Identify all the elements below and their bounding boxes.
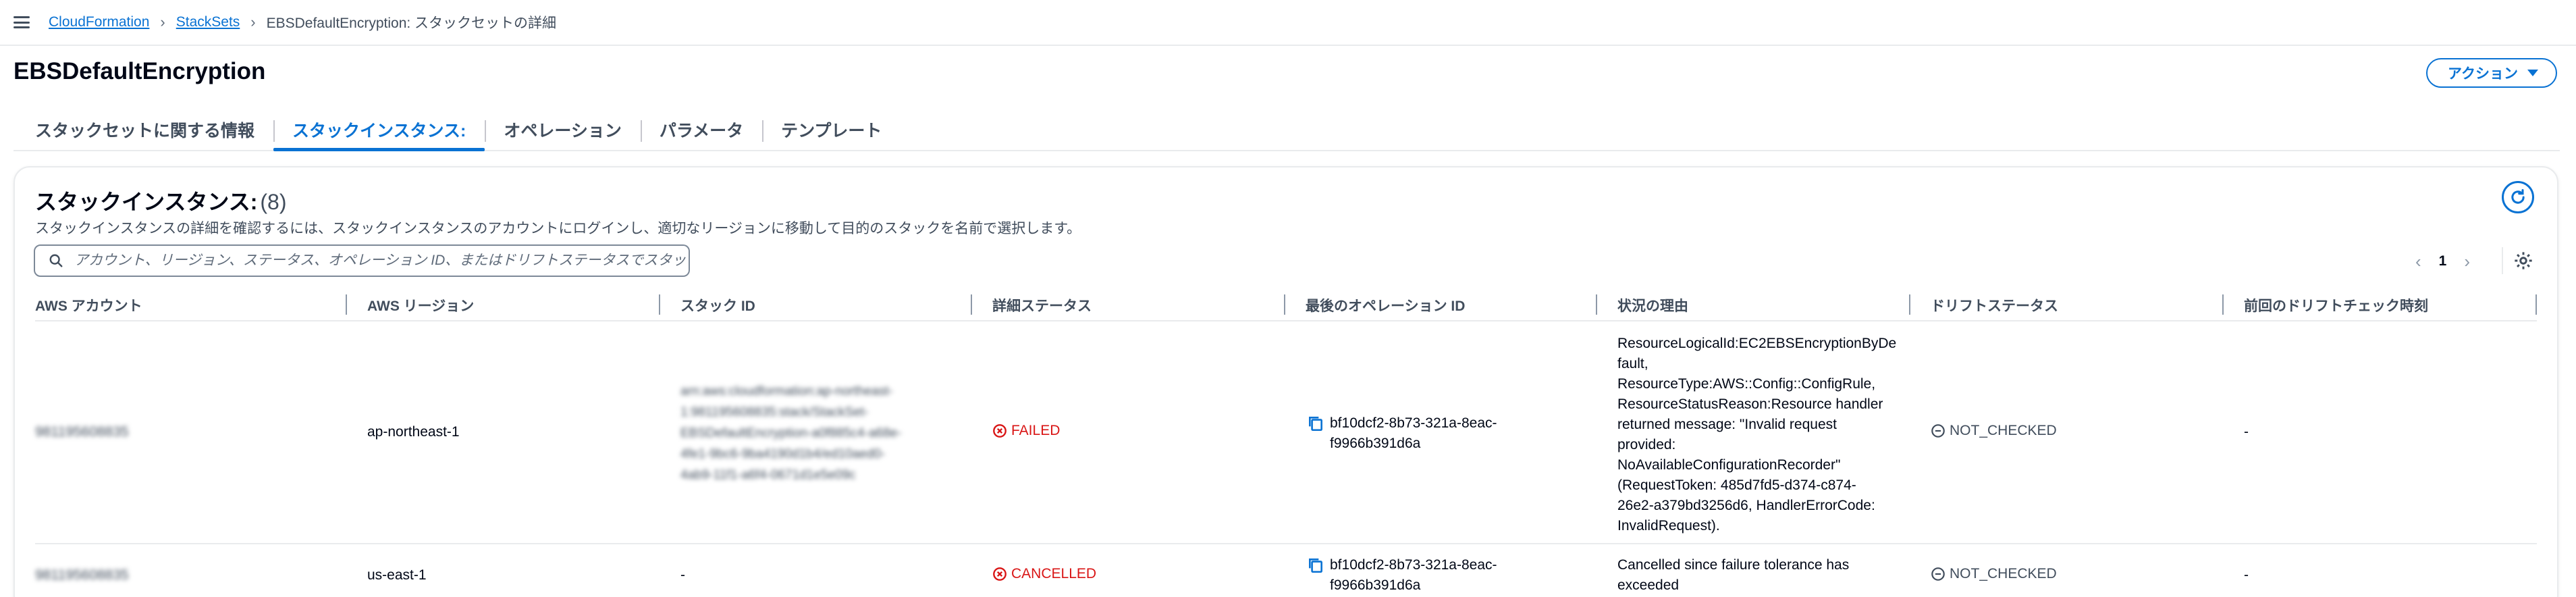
- column-resizer[interactable]: [971, 294, 972, 315]
- panel-title: スタックインスタンス: (8): [35, 185, 287, 216]
- breadcrumb-cloudformation[interactable]: CloudFormation: [49, 14, 149, 30]
- column-resizer[interactable]: [346, 294, 347, 315]
- drift-status: NOT_CHECKED: [1931, 423, 2057, 439]
- pagination: ‹ 1 ›: [2415, 250, 2470, 273]
- stack-id-line: arn:aws:cloudformation:ap-northeast-: [680, 384, 893, 398]
- last-drift-check: -: [2244, 567, 2249, 583]
- drift-status-text: NOT_CHECKED: [1950, 423, 2057, 438]
- breadcrumb-bar: CloudFormation › StackSets › EBSDefaultE…: [0, 0, 2576, 46]
- operation-id[interactable]: bf10dcf2-8b73-321a-8eac- f9966b391d6a: [1307, 555, 1497, 596]
- drift-status-text: NOT_CHECKED: [1950, 566, 2057, 581]
- region: us-east-1: [367, 567, 427, 583]
- column-header-region[interactable]: AWS リージョン: [367, 290, 474, 320]
- chevron-right-icon[interactable]: ›: [2464, 251, 2470, 272]
- breadcrumb-stacksets[interactable]: StackSets: [176, 14, 240, 30]
- tab-bar: スタックセットに関する情報 スタックインスタンス: オペレーション パラメータ …: [14, 109, 2560, 151]
- reason-line: (RequestToken: 485d7fd5-d374-c874-: [1617, 477, 1856, 493]
- operation-id-text: f9966b391d6a: [1330, 577, 1421, 593]
- reason-line: returned message: "Invalid request: [1617, 417, 1837, 432]
- settings-icon[interactable]: [2513, 250, 2534, 271]
- column-resizer[interactable]: [659, 294, 660, 315]
- stack-id: -: [680, 567, 685, 583]
- menu-icon[interactable]: [14, 16, 30, 28]
- column-header-last-drift-check[interactable]: 前回のドリフトチェック時刻: [2244, 290, 2428, 320]
- reason-line: ResourceLogicalId:EC2EBSEncryptionByDe: [1617, 336, 1897, 351]
- status-badge: CANCELLED: [992, 566, 1096, 582]
- column-header-account[interactable]: AWS アカウント: [35, 290, 142, 320]
- stack-id-line: 4ab9-11f1-a6f4-0671d1e5e09c: [680, 468, 856, 482]
- column-header-status-reason[interactable]: 状況の理由: [1617, 290, 1688, 320]
- table-header: AWS アカウント AWS リージョン スタック ID 詳細ステータス 最後のオ…: [35, 290, 2537, 321]
- page-number[interactable]: 1: [2439, 253, 2447, 269]
- operation-id-text: bf10dcf2-8b73-321a-8eac-: [1330, 415, 1497, 431]
- chevron-right-icon: ›: [250, 14, 256, 30]
- operation-id-text: bf10dcf2-8b73-321a-8eac-: [1330, 557, 1497, 573]
- not-checked-icon: [1931, 424, 1945, 438]
- reason-line: InvalidRequest).: [1617, 518, 1720, 534]
- status-reason: ResourceLogicalId:EC2EBSEncryptionByDe f…: [1617, 334, 1896, 536]
- tab-stack-instances[interactable]: スタックインスタンス:: [273, 109, 485, 151]
- panel-title-text: スタックインスタンス:: [35, 190, 258, 214]
- reason-line: 26e2-a379bd3256d6, HandlerErrorCode:: [1617, 498, 1875, 513]
- reason-line: Cancelled since failure tolerance has: [1617, 557, 1850, 573]
- panel-description: スタックインスタンスの詳細を確認するには、スタックインスタンスのアカウントにログ…: [35, 221, 1081, 236]
- column-header-stack-id[interactable]: スタック ID: [680, 290, 755, 320]
- reason-line: provided:: [1617, 437, 1676, 452]
- reason-line: fault,: [1617, 356, 1648, 371]
- column-resizer[interactable]: [1909, 294, 1910, 315]
- stack-id-line: 1:981195608835:stack/StackSet-: [680, 405, 869, 419]
- operation-id-text: f9966b391d6a: [1330, 436, 1421, 451]
- divider: [2502, 247, 2503, 274]
- operation-id[interactable]: bf10dcf2-8b73-321a-8eac- f9966b391d6a: [1307, 413, 1497, 454]
- copy-icon[interactable]: [1307, 556, 1324, 574]
- caret-down-icon: [2527, 70, 2538, 76]
- stack-id-line: EBSDefaultEncryption-a0f885c4-a68e-: [680, 426, 902, 440]
- tab-operations[interactable]: オペレーション: [485, 109, 641, 150]
- column-header-detail-status[interactable]: 詳細ステータス: [992, 290, 1092, 320]
- table-row[interactable]: 981195608835 ap-northeast-1 arn:aws:clou…: [35, 323, 2537, 544]
- status-text: CANCELLED: [1011, 566, 1097, 581]
- error-icon: [993, 424, 1007, 438]
- tab-stackset-info[interactable]: スタックセットに関する情報: [14, 109, 273, 150]
- chevron-right-icon: ›: [160, 14, 165, 30]
- column-resizer[interactable]: [1284, 294, 1285, 315]
- reason-line: NoAvailableConfigurationRecorder": [1617, 457, 1841, 473]
- actions-button[interactable]: アクション: [2426, 58, 2557, 88]
- chevron-left-icon[interactable]: ‹: [2415, 251, 2421, 272]
- stack-id[interactable]: arn:aws:cloudformation:ap-northeast- 1:9…: [680, 381, 901, 486]
- not-checked-icon: [1931, 567, 1945, 581]
- last-drift-check: -: [2244, 424, 2249, 440]
- account-id: 981195608835: [35, 567, 129, 583]
- status-badge: FAILED: [992, 423, 1060, 439]
- refresh-button[interactable]: [2502, 181, 2534, 213]
- refresh-icon: [2511, 188, 2525, 204]
- status-text: FAILED: [1011, 423, 1061, 438]
- account-id: 981195608835: [35, 424, 129, 440]
- actions-button-label: アクション: [2448, 66, 2518, 82]
- status-reason: Cancelled since failure tolerance has ex…: [1617, 555, 1849, 596]
- reason-line: ResourceStatusReason:Resource handler: [1617, 396, 1883, 412]
- drift-status: NOT_CHECKED: [1931, 566, 2057, 582]
- column-resizer[interactable]: [2535, 294, 2537, 315]
- column-header-last-operation-id[interactable]: 最後のオペレーション ID: [1306, 290, 1465, 320]
- error-icon: [993, 567, 1007, 581]
- search-box[interactable]: [34, 244, 690, 277]
- breadcrumb-current: EBSDefaultEncryption: スタックセットの詳細: [266, 16, 557, 31]
- column-header-drift-status[interactable]: ドリフトステータス: [1931, 290, 2058, 320]
- reason-line: exceeded: [1617, 577, 1680, 593]
- tab-template[interactable]: テンプレート: [762, 109, 901, 150]
- search-input[interactable]: [74, 247, 689, 274]
- stack-id-line: 4fe1-9bc6-9ba4190d1b4/ed10aed0-: [680, 447, 886, 461]
- instance-count: (8): [260, 190, 287, 214]
- tab-parameters[interactable]: パラメータ: [640, 109, 762, 150]
- table-row[interactable]: 981195608835 us-east-1 - CANCELLED bf10d…: [35, 546, 2537, 597]
- copy-icon[interactable]: [1307, 415, 1324, 432]
- region: ap-northeast-1: [367, 424, 460, 440]
- search-icon: [49, 254, 63, 267]
- column-resizer[interactable]: [2222, 294, 2224, 315]
- page-title: EBSDefaultEncryption: [14, 58, 266, 84]
- reason-line: ResourceType:AWS::Config::ConfigRule,: [1617, 376, 1876, 392]
- column-resizer[interactable]: [1596, 294, 1597, 315]
